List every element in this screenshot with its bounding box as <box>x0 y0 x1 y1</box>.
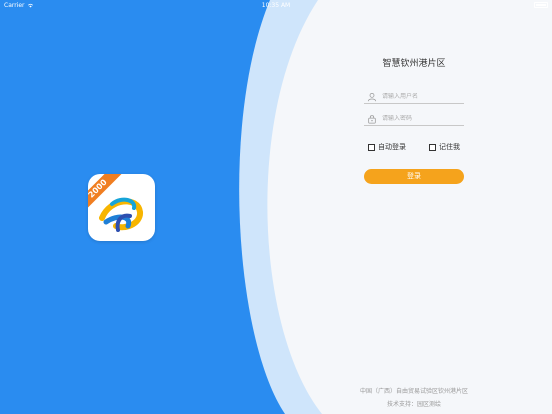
login-button[interactable]: 登录 <box>364 169 464 184</box>
remember-me-label: 记住我 <box>439 143 460 151</box>
status-bar: Carrier 10:35 AM <box>0 0 552 10</box>
password-field[interactable] <box>364 112 464 126</box>
status-time: 10:35 AM <box>261 2 291 9</box>
footer-tech-support: 技术支持：园区测绘 <box>386 401 441 408</box>
user-icon <box>367 92 377 101</box>
footer-organization: 中国（广西）自由贸易试验区钦州港片区 <box>359 388 468 395</box>
auto-login-checkbox[interactable]: 自动登录 <box>368 142 406 152</box>
password-input[interactable] <box>382 115 462 122</box>
username-input[interactable] <box>382 93 462 100</box>
remember-me-checkbox-box[interactable] <box>429 143 436 151</box>
lock-icon <box>368 114 376 124</box>
page-title: 智慧钦州港片区 <box>382 59 446 69</box>
auto-login-label: 自动登录 <box>378 143 406 151</box>
auto-login-checkbox-box[interactable] <box>368 143 375 151</box>
username-field[interactable] <box>364 90 464 104</box>
remember-me-checkbox[interactable]: 记住我 <box>429 142 460 152</box>
app-logo: 2000 <box>88 174 155 241</box>
battery-icon <box>534 2 548 8</box>
